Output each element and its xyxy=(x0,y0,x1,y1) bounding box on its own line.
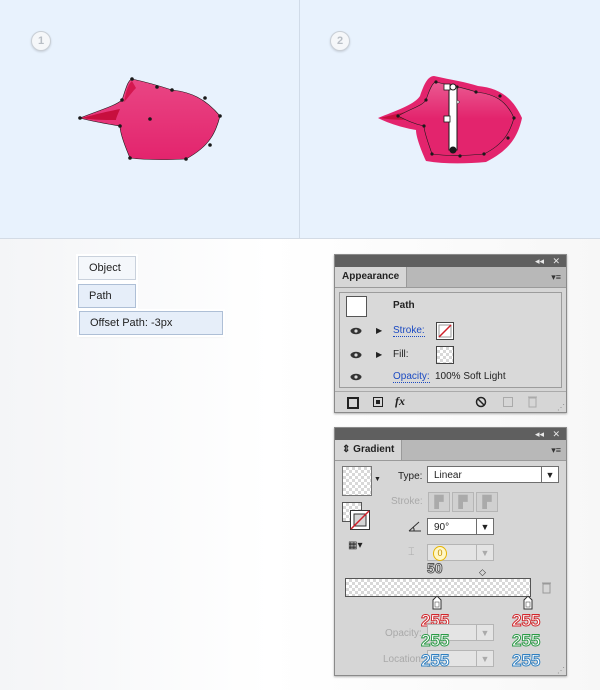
left-stop-blue: 255 xyxy=(420,651,450,670)
step-1-badge: 1 xyxy=(31,31,51,51)
chevron-down-icon: ▼ xyxy=(541,467,558,482)
opacity-link[interactable]: Opacity: xyxy=(393,371,430,383)
menu-object[interactable]: Object xyxy=(78,256,136,280)
appearance-header-row: Path xyxy=(340,293,561,320)
aspect-ratio-icon: ⌶ xyxy=(408,546,415,558)
step-2-badge: 2 xyxy=(330,31,350,51)
location-label: Location: xyxy=(383,654,424,665)
expand-triangle-icon[interactable]: ▶ xyxy=(376,326,382,335)
stroke-box[interactable] xyxy=(350,510,370,530)
menu-offset-path[interactable]: Offset Path: -3px xyxy=(79,311,223,335)
panel-menu-icon[interactable]: ▾≡ xyxy=(551,445,561,456)
appearance-tabrow: Appearance ▾≡ xyxy=(335,267,566,288)
angle-field[interactable]: 90° ▼ xyxy=(427,518,494,535)
clear-appearance-icon[interactable] xyxy=(475,396,487,408)
gradient-end-handle[interactable] xyxy=(449,146,457,154)
gradient-tabrow: ⇕ Gradient ▾≡ xyxy=(335,440,566,461)
appearance-panel: ◂◂ ✕ Appearance ▾≡ Path ▶ Stroke: ▶ Fill… xyxy=(334,254,567,413)
visibility-eye-icon[interactable] xyxy=(350,325,362,337)
swatch-dropdown-icon[interactable]: ▼ xyxy=(374,476,381,483)
duplicate-item-icon[interactable] xyxy=(503,397,513,407)
collapse-icon[interactable]: ◂◂ xyxy=(535,428,544,440)
fill-gradient-swatch[interactable] xyxy=(436,346,454,364)
gradient-mid-square[interactable] xyxy=(443,115,451,123)
path-thumbnail xyxy=(346,296,367,317)
appearance-titlebar: ◂◂ ✕ xyxy=(335,255,566,267)
delete-item-icon[interactable] xyxy=(527,395,538,408)
appearance-toolbar: fx ⋰ xyxy=(335,391,566,412)
opacity-value: 100% Soft Light xyxy=(435,371,506,382)
gradient-slider-ramp[interactable] xyxy=(345,578,531,597)
fish-shape-2 xyxy=(378,76,522,164)
stroke-none-swatch[interactable] xyxy=(436,322,454,340)
angle-value: 90° xyxy=(434,522,450,533)
chevron-down-icon: ▼ xyxy=(476,545,493,560)
right-stop-green: 255 xyxy=(511,631,541,650)
close-icon[interactable]: ✕ xyxy=(552,255,560,267)
illustration-divider xyxy=(299,0,300,238)
reverse-gradient-icon[interactable]: ▦▾ xyxy=(348,540,362,551)
fill-row[interactable]: ▶ Fill: xyxy=(340,343,561,368)
stroke-within-button[interactable]: ▛ xyxy=(428,492,450,512)
type-select[interactable]: Linear ▼ xyxy=(427,466,559,483)
chevron-down-icon: ▼ xyxy=(476,519,493,534)
collapse-icon[interactable]: ◂◂ xyxy=(535,255,544,267)
angle-icon xyxy=(408,521,421,532)
stroke-row[interactable]: ▶ Stroke: xyxy=(340,319,561,344)
opacity-label: Opacity: xyxy=(385,628,422,639)
panel-menu-icon[interactable]: ▾≡ xyxy=(551,272,561,283)
visibility-eye-icon[interactable] xyxy=(350,371,362,383)
tab-gradient-label: Gradient xyxy=(353,444,395,455)
type-label: Type: xyxy=(398,471,423,482)
tab-gradient[interactable]: ⇕ Gradient xyxy=(335,440,403,460)
right-color-stop[interactable] xyxy=(523,596,533,610)
delete-stop-icon[interactable] xyxy=(541,581,552,594)
fish-shape-1 xyxy=(78,77,222,161)
menu-path[interactable]: Path xyxy=(78,284,136,308)
stroke-across-button[interactable]: ▛ xyxy=(476,492,498,512)
visibility-eye-icon[interactable] xyxy=(350,349,362,361)
opacity-row[interactable]: Opacity: 100% Soft Light xyxy=(340,367,561,387)
close-icon[interactable]: ✕ xyxy=(552,428,560,440)
left-stop-green: 255 xyxy=(420,631,450,650)
add-fill-icon[interactable] xyxy=(373,397,383,407)
midpoint-diamond-icon[interactable]: ◇ xyxy=(479,567,486,578)
right-stop-blue: 255 xyxy=(511,651,541,670)
midpoint-location-value: 50 xyxy=(427,560,444,577)
fill-label: Fill: xyxy=(393,349,409,360)
add-stroke-icon[interactable] xyxy=(347,397,359,409)
stroke-along-button[interactable]: ▛ xyxy=(452,492,474,512)
resize-grip-icon[interactable]: ⋰ xyxy=(557,403,565,412)
gradient-origin-handle[interactable] xyxy=(449,83,457,91)
left-color-stop[interactable] xyxy=(432,596,442,610)
type-select-value: Linear xyxy=(434,470,462,481)
appearance-list: Path ▶ Stroke: ▶ Fill: Opacity: 100% Sof… xyxy=(339,292,562,388)
chevron-down-icon: ▼ xyxy=(476,651,493,666)
chevron-down-icon: ▼ xyxy=(476,625,493,640)
resize-grip-icon[interactable]: ⋰ xyxy=(557,666,565,675)
right-stop-red: 255 xyxy=(511,611,541,630)
gradient-start-square[interactable] xyxy=(443,83,451,91)
stroke-link[interactable]: Stroke: xyxy=(393,325,425,337)
fx-effects-icon[interactable]: fx xyxy=(395,394,405,409)
gradient-panel: ◂◂ ✕ ⇕ Gradient ▾≡ ▼ ▦▾ Type: Linear ▼ S… xyxy=(334,427,567,676)
gradient-preview-swatch[interactable] xyxy=(342,466,372,496)
appearance-header-label: Path xyxy=(393,300,415,311)
tab-appearance[interactable]: Appearance xyxy=(335,267,408,287)
gradient-titlebar: ◂◂ ✕ xyxy=(335,428,566,440)
expand-triangle-icon[interactable]: ▶ xyxy=(376,350,382,359)
stroke-label: Stroke: xyxy=(391,496,423,507)
